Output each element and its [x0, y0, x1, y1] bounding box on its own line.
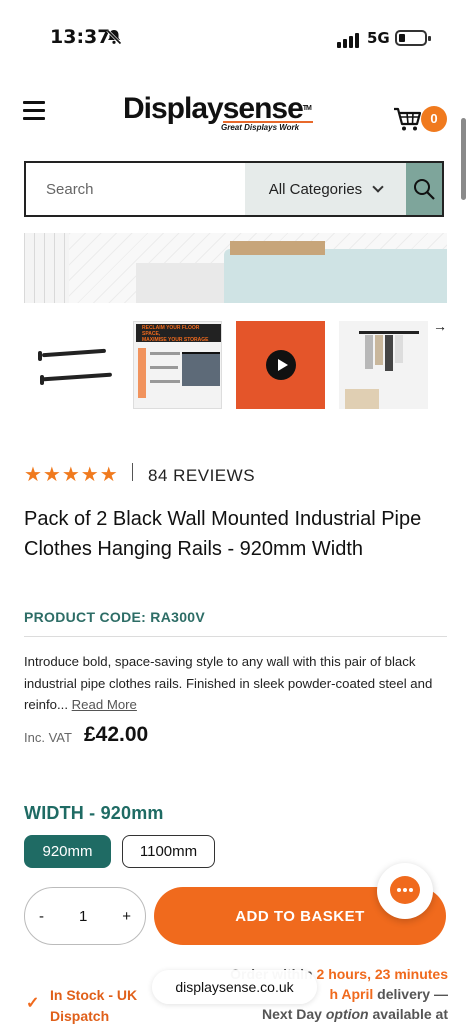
- width-label: WIDTH - 920mm: [24, 803, 164, 823]
- width-option-920[interactable]: 920mm: [24, 835, 111, 868]
- product-main-image[interactable]: [24, 233, 447, 303]
- chat-button[interactable]: [377, 863, 433, 919]
- product-title: Pack of 2 Black Wall Mounted Industrial …: [24, 508, 422, 560]
- width-option-1100[interactable]: 1100mm: [122, 835, 215, 868]
- page-scrollbar[interactable]: [461, 118, 466, 200]
- review-divider: [132, 463, 133, 481]
- bell-muted-icon: [106, 29, 122, 45]
- search-button[interactable]: [406, 163, 442, 215]
- review-count[interactable]: 84 REVIEWS: [148, 466, 255, 486]
- chevron-down-icon: [372, 181, 384, 193]
- category-select[interactable]: All Categories: [245, 163, 406, 215]
- battery-icon: [395, 30, 431, 46]
- search-input[interactable]: [26, 163, 245, 215]
- status-bar: 13:37 5G: [0, 0, 470, 70]
- logo-tm: TM: [302, 105, 312, 112]
- search-icon: [414, 179, 435, 200]
- rating-stars-icon[interactable]: ★★★★★: [24, 462, 119, 486]
- category-select-label: All Categories: [268, 180, 363, 198]
- vat-label: Inc. VAT: [24, 730, 72, 745]
- logo-tagline: Great Displays Work: [221, 123, 300, 132]
- stock-status: In Stock - UK Dispatch: [50, 987, 138, 1024]
- arrow-right-icon[interactable]: →: [433, 318, 447, 334]
- thumbnail-video[interactable]: [236, 321, 325, 409]
- browser-url-bar[interactable]: displaysense.co.uk: [152, 970, 317, 1004]
- quantity-stepper: - 1 +: [24, 887, 146, 945]
- thumbnail-rails[interactable]: [30, 321, 119, 409]
- section-divider: [24, 636, 447, 637]
- qty-value[interactable]: 1: [79, 908, 87, 925]
- cart-icon[interactable]: [393, 106, 423, 132]
- check-icon: ✓: [26, 995, 40, 1012]
- site-logo[interactable]: DisplaysenseTM Great Displays Work: [123, 94, 323, 138]
- search-bar: All Categories: [24, 161, 444, 217]
- thumbnail-infographic[interactable]: RECLAIM YOUR FLOOR SPACE, MAXIMISE YOUR S…: [133, 321, 222, 409]
- thumbnail-lifestyle[interactable]: [339, 321, 428, 409]
- product-price: £42.00: [84, 723, 149, 746]
- read-more-link[interactable]: Read More: [72, 697, 137, 712]
- play-icon[interactable]: [266, 350, 296, 380]
- chat-bubble-icon: [390, 876, 420, 904]
- status-time: 13:37: [50, 26, 111, 48]
- qty-decrease-button[interactable]: -: [39, 908, 44, 925]
- signal-icon: [337, 30, 361, 48]
- cart-count-badge[interactable]: 0: [421, 106, 447, 132]
- qty-increase-button[interactable]: +: [122, 908, 131, 925]
- thumbnail-infographic-text: RECLAIM YOUR FLOOR SPACE, MAXIMISE YOUR S…: [142, 325, 209, 343]
- product-code: PRODUCT CODE: RA300V: [24, 609, 206, 625]
- network-type: 5G: [367, 29, 390, 47]
- product-description: Introduce bold, space-saving style to an…: [24, 651, 449, 716]
- menu-icon[interactable]: [23, 101, 45, 125]
